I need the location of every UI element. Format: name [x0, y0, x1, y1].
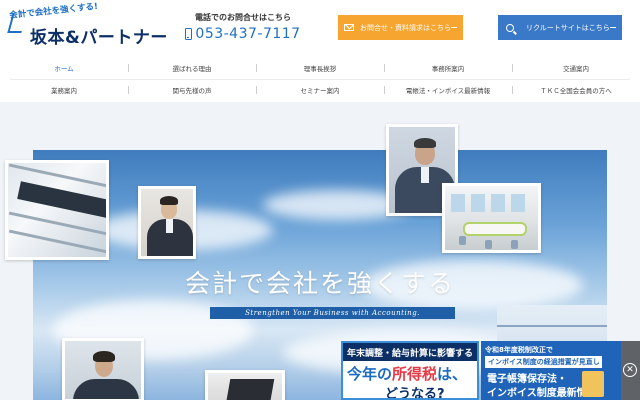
phone-number-row[interactable]: 053-437-7117 — [183, 26, 303, 42]
logo-tagline: 会計で会社を強くする! — [8, 1, 99, 22]
invoice-banner-top: 令和8年度税制改正で — [485, 346, 553, 354]
hero-title: 会計で会社を強くする — [184, 269, 455, 298]
director-shirt — [421, 167, 429, 183]
income-tax-suffix: は、 — [437, 365, 468, 383]
phone-contact: 電話でのお問合せはこちら 053-437-7117 — [183, 12, 303, 42]
nav-item-seminars[interactable]: セミナー案内 — [256, 80, 384, 100]
laptop-photo — [205, 370, 285, 400]
office-window — [511, 194, 525, 212]
nav-item-office[interactable]: 事務所案内 — [384, 58, 512, 78]
income-tax-accent: 所得税 — [392, 365, 438, 383]
income-tax-banner[interactable]: 年末調整・給与計算に影響する 今年の所得税は、 どうなる? — [341, 341, 479, 400]
phone-number[interactable]: 053-437-7117 — [195, 26, 300, 42]
nav-item-greeting[interactable]: 理事長挨拶 — [256, 58, 384, 78]
nav-item-access[interactable]: 交通案内 — [512, 58, 640, 78]
office-window — [471, 194, 485, 212]
building-photo — [5, 160, 109, 260]
mail-icon — [344, 24, 354, 31]
arrow-icon — [610, 27, 616, 28]
office-window — [451, 194, 465, 212]
income-tax-banner-main: 今年の所得税は、 — [347, 363, 467, 384]
invoice-banner-main1: 電子帳簿保存法・ — [487, 374, 567, 385]
close-icon[interactable]: ✕ — [623, 363, 637, 377]
document-icon — [582, 371, 604, 397]
laptop — [225, 379, 275, 400]
income-tax-prefix: 今年の — [347, 365, 393, 383]
arrow-icon — [451, 27, 457, 28]
office-chair — [459, 236, 466, 245]
nav-row-secondary: 業務案内 関与先様の声 セミナー案内 電帳法・インボイス最新情報 ＴＫＣ全国会会… — [0, 80, 640, 100]
nav-item-home[interactable]: ホーム — [0, 58, 128, 78]
staff-photo-bottom — [62, 338, 144, 400]
main-nav: ホーム 選ばれる理由 理事長挨拶 事務所案内 交通案内 業務案内 関与先様の声 … — [0, 58, 640, 102]
site-logo[interactable]: 会計で会社を強くする! 坂本&パートナー — [7, 2, 170, 49]
nav-item-services[interactable]: 業務案内 — [0, 80, 128, 100]
site-header: 会計で会社を強くする! 坂本&パートナー 電話でのお問合せはこちら 053-43… — [0, 0, 640, 58]
invoice-banner-main2: インボイス制度最新情報 — [487, 388, 597, 399]
staff-photo — [138, 186, 196, 259]
office-table — [463, 222, 527, 236]
income-tax-banner-top: 年末調整・給与計算に影響する — [343, 343, 477, 361]
director-hair — [414, 138, 436, 148]
office-chair — [511, 240, 518, 249]
phone-icon — [185, 28, 193, 40]
contact-button[interactable]: お問合せ・資料請求はこちら — [338, 15, 463, 40]
building-line — [497, 325, 607, 327]
invoice-banner-tag: インボイス制度の経過措置が見直し — [485, 356, 602, 368]
staff-hair — [160, 196, 178, 205]
nav-row-primary: ホーム 選ばれる理由 理事長挨拶 事務所案内 交通案内 — [0, 58, 640, 78]
office-chair — [485, 240, 492, 249]
staff-hair — [93, 351, 115, 362]
recruit-button[interactable]: リクルートサイトはこちら — [498, 15, 622, 40]
nav-item-tkc-members[interactable]: ＴＫＣ全国会会員の方へ — [512, 80, 640, 100]
building-stripe — [8, 229, 106, 256]
nav-item-reasons[interactable]: 選ばれる理由 — [128, 58, 256, 78]
contact-button-label: お問合せ・資料請求はこちら — [360, 23, 451, 32]
office-window — [491, 194, 505, 212]
nav-item-invoice-news[interactable]: 電帳法・インボイス最新情報 — [384, 80, 512, 100]
staff-shirt — [166, 219, 173, 233]
recruit-button-label: リクルートサイトはこちら — [526, 23, 610, 32]
hero-subtitle: Strengthen Your Business with Accounting… — [210, 307, 455, 319]
income-tax-banner-sub: どうなる? — [385, 387, 445, 400]
building-sign — [17, 181, 106, 219]
office-photo — [442, 183, 541, 253]
invoice-banner[interactable]: 令和8年度税制改正で インボイス制度の経過措置が見直し 電子帳簿保存法・ インボ… — [481, 341, 621, 400]
logo-name: 坂本&パートナー — [30, 28, 168, 48]
staff-suit — [73, 379, 139, 399]
phone-caption: 電話でのお問合せはこちら — [195, 13, 291, 22]
search-icon — [506, 23, 514, 32]
nav-item-testimonials[interactable]: 関与先様の声 — [128, 80, 256, 100]
